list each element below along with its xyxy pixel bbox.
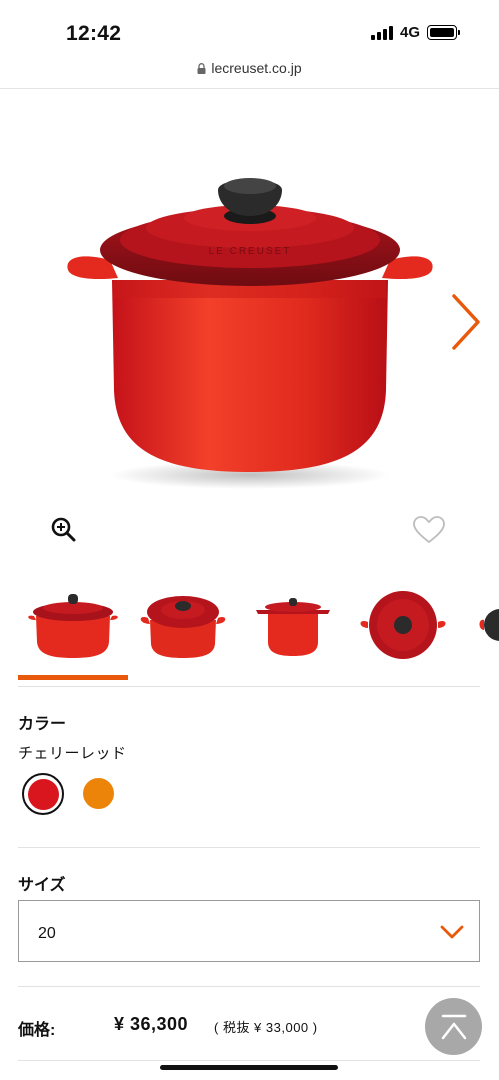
thumbnail-5[interactable] xyxy=(458,580,499,672)
zoom-in-icon[interactable] xyxy=(50,516,76,542)
color-swatch-cherry-red[interactable] xyxy=(22,773,64,815)
address-bar[interactable]: lecreuset.co.jp xyxy=(0,60,499,76)
divider xyxy=(18,1060,480,1061)
active-thumbnail-indicator xyxy=(18,675,128,680)
thumbnail-strip[interactable] xyxy=(18,580,499,680)
size-selected-value: 20 xyxy=(38,925,56,942)
price-value: ¥ 36,300 xyxy=(114,1014,189,1034)
status-indicators: 4G xyxy=(370,24,460,41)
status-time: 12:42 xyxy=(66,22,122,45)
divider xyxy=(0,88,499,89)
thumbnail-3[interactable] xyxy=(238,580,348,672)
thumbnail-1[interactable] xyxy=(18,580,128,672)
color-swatch-orange[interactable] xyxy=(83,778,114,809)
signal-icon xyxy=(370,25,393,40)
lid-brand-text: LE CREUSET xyxy=(209,246,292,257)
price-tax-excluded: ( 税抜 ¥ 33,000 ) xyxy=(214,1020,318,1035)
chevron-right-icon[interactable] xyxy=(446,292,486,352)
color-heading: カラー xyxy=(18,716,67,733)
size-heading: サイズ xyxy=(18,877,66,894)
scroll-to-top-button[interactable] xyxy=(425,998,482,1055)
selected-color-name: チェリーレッド xyxy=(18,745,127,762)
divider xyxy=(18,686,480,687)
divider xyxy=(18,847,480,848)
heart-icon[interactable] xyxy=(412,515,446,545)
chevron-down-icon xyxy=(440,925,464,939)
status-bar: 12:42 4G xyxy=(0,0,499,58)
url-text: lecreuset.co.jp xyxy=(211,60,302,76)
scroll-to-top-icon xyxy=(441,1014,466,1039)
lock-icon xyxy=(197,62,206,74)
home-indicator xyxy=(160,1065,338,1070)
product-image[interactable]: LE CREUSET xyxy=(40,120,460,500)
size-select[interactable]: 20 xyxy=(18,900,480,962)
battery-icon xyxy=(427,25,460,40)
network-type: 4G xyxy=(399,24,420,41)
divider xyxy=(18,986,480,987)
thumbnail-4[interactable] xyxy=(348,580,458,672)
price-label: 価格: xyxy=(18,1022,56,1039)
thumbnail-2[interactable] xyxy=(128,580,238,672)
